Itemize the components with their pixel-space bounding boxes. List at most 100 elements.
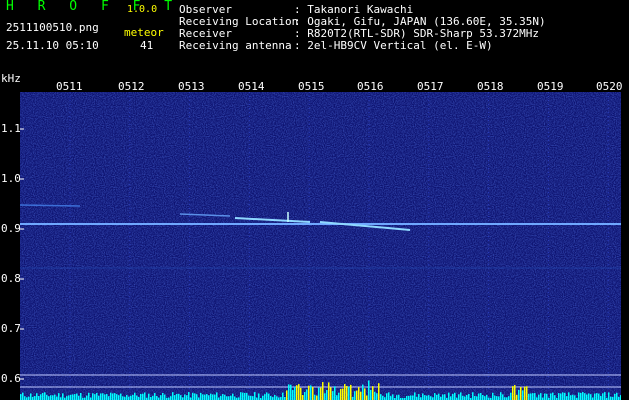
signal-bar — [178, 393, 180, 400]
signal-bar — [192, 392, 194, 400]
signal-bar — [76, 393, 78, 400]
signal-bar — [318, 387, 320, 400]
signal-bar — [508, 396, 510, 400]
signal-bar — [552, 392, 554, 400]
signal-bar — [216, 392, 218, 400]
signal-bar — [434, 393, 436, 400]
signal-bar — [156, 395, 158, 400]
signal-bar — [616, 392, 618, 400]
signal-bar — [262, 395, 264, 400]
signal-bar — [104, 394, 106, 400]
signal-bar — [110, 392, 112, 400]
signal-bar — [328, 382, 330, 400]
signal-bar — [186, 395, 188, 400]
signal-bar — [226, 396, 228, 400]
signal-bar — [554, 395, 556, 400]
signal-bar — [270, 395, 272, 400]
signal-bar — [526, 386, 528, 400]
signal-bar — [212, 394, 214, 400]
signal-bar — [176, 393, 178, 400]
signal-bar — [464, 396, 466, 400]
signal-bar — [566, 396, 568, 400]
signal-bar — [426, 395, 428, 400]
signal-bar — [492, 392, 494, 400]
signal-bar — [560, 393, 562, 400]
signal-bar — [88, 392, 90, 400]
signal-bar — [498, 396, 500, 400]
signal-bar — [314, 394, 316, 400]
signal-bar — [366, 395, 368, 400]
signal-bar — [550, 393, 552, 400]
signal-bar — [126, 394, 128, 400]
signal-bar — [564, 392, 566, 400]
freq-tick-label: 0.7 — [1, 322, 21, 335]
signal-bar — [454, 392, 456, 400]
signal-bar — [410, 395, 412, 400]
signal-bar — [486, 394, 488, 400]
signal-bar — [368, 380, 370, 400]
signal-bar — [234, 396, 236, 400]
signal-bar — [136, 395, 138, 400]
signal-bar — [252, 396, 254, 400]
signal-bar — [600, 395, 602, 400]
signal-bar — [304, 392, 306, 400]
signal-bar — [40, 394, 42, 400]
signal-bar — [74, 394, 76, 400]
signal-bar — [258, 393, 260, 400]
signal-bar — [214, 394, 216, 400]
signal-bar — [294, 386, 296, 400]
signal-bar — [558, 393, 560, 400]
signal-bar — [584, 393, 586, 400]
signal-bar — [300, 387, 302, 400]
signal-bar — [360, 391, 362, 400]
signal-bar — [154, 393, 156, 400]
signal-bar — [290, 384, 292, 400]
signal-bar — [336, 395, 338, 400]
signal-bar — [72, 394, 74, 400]
signal-bar — [274, 394, 276, 400]
signal-bar — [484, 396, 486, 400]
signal-bar — [382, 395, 384, 400]
signal-bar — [292, 390, 294, 400]
info-antenna: Receiving antenna: 2el-HB9CV Vertical (e… — [179, 40, 493, 52]
signal-bar — [348, 386, 350, 400]
signal-bar — [106, 393, 108, 400]
signal-bar — [494, 395, 496, 400]
signal-bar — [500, 392, 502, 400]
signal-bar — [196, 394, 198, 400]
signal-bar — [222, 394, 224, 400]
signal-bar — [480, 393, 482, 400]
signal-bar — [474, 395, 476, 400]
signal-bar — [118, 395, 120, 400]
signal-bar — [102, 393, 104, 400]
signal-bar — [210, 393, 212, 400]
info-value: : 2el-HB9CV Vertical (el. E-W) — [294, 39, 493, 52]
signal-bar — [392, 394, 394, 400]
signal-bar — [112, 393, 114, 400]
signal-bar — [350, 384, 352, 400]
signal-bar — [370, 389, 372, 400]
signal-bar — [424, 395, 426, 400]
signal-bar — [444, 394, 446, 400]
signal-bar — [144, 392, 146, 400]
signal-bar — [620, 395, 621, 400]
meteor-label: meteor — [124, 26, 164, 39]
signal-bar — [142, 393, 144, 400]
meteor-count: 41 — [140, 39, 154, 52]
signal-bar — [334, 386, 336, 400]
signal-bar — [358, 387, 360, 400]
signal-bar — [414, 392, 416, 400]
signal-bar — [68, 395, 70, 400]
signal-bar — [544, 393, 546, 400]
signal-bar — [448, 392, 450, 400]
signal-bar — [412, 395, 414, 400]
signal-bar — [100, 393, 102, 400]
signal-bar — [24, 396, 26, 400]
signal-bar — [188, 392, 190, 400]
signal-bar — [580, 392, 582, 400]
signal-bar — [466, 395, 468, 400]
signal-bar — [428, 395, 430, 400]
signal-bar — [472, 392, 474, 400]
signal-bar — [520, 386, 522, 400]
freq-tick-label: 0.8 — [1, 272, 21, 285]
